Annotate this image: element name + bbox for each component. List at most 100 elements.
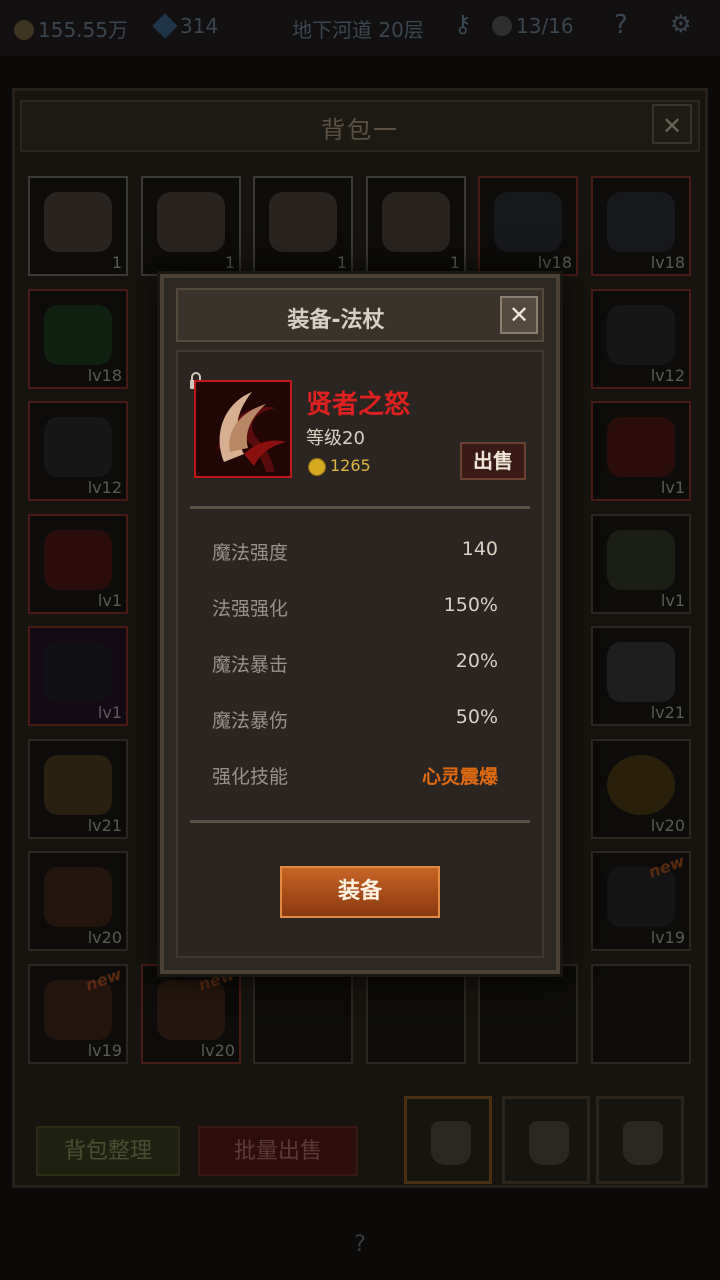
slot-level: 1 [449,253,460,272]
inventory-slot[interactable]: 1 [366,176,466,276]
bag-tab-3[interactable] [596,1096,684,1184]
skull-icon [492,16,512,36]
slot-level: lv21 [650,703,685,722]
sell-button[interactable]: 出售 [460,442,526,480]
key-icon: ⚷ [454,10,472,38]
inventory-slot-empty[interactable] [253,964,353,1064]
backpack-icon [529,1121,569,1165]
stat-label: 魔法强度 [212,542,289,564]
slot-level: lv21 [87,816,122,835]
inventory-slot[interactable]: 1 [141,176,241,276]
inventory-slot[interactable]: lv1 [28,514,128,614]
inventory-slot-empty[interactable] [591,964,691,1064]
slot-level: lv12 [650,366,685,385]
slot-level: lv18 [650,253,685,272]
necklace-icon [44,417,112,477]
slot-level: lv19 [650,928,685,947]
staff-icon [196,382,290,476]
inventory-slot[interactable]: lv12 [28,401,128,501]
inventory-slot[interactable]: lv12 [591,289,691,389]
ring-icon [607,755,675,815]
inventory-slot[interactable]: lv1 [28,626,128,726]
bow-icon [607,192,675,252]
backpack-close-button[interactable]: ✕ [652,104,692,144]
slot-level: lv1 [97,703,122,722]
gold-counter: 155.55万 [14,14,128,43]
slot-level: lv12 [87,478,122,497]
helmet-icon [607,642,675,702]
inventory-slot[interactable]: lv1 [591,401,691,501]
skill-value: 心灵震爆 [421,766,498,788]
item-level: 等级20 [306,428,365,449]
inventory-slot-empty[interactable] [478,964,578,1064]
stat-value: 20% [455,650,498,672]
stat-label: 法强强化 [212,598,289,620]
inventory-slot[interactable]: lv21 [28,739,128,839]
stat-label: 魔法暴击 [212,654,289,676]
necklace-icon [607,305,675,365]
sort-bag-button[interactable]: 背包整理 [36,1126,180,1176]
slot-level: lv1 [97,591,122,610]
inventory-slot[interactable]: new lv20 [141,964,241,1064]
item-price: 1265 [330,456,371,475]
slot-level: lv20 [650,816,685,835]
slot-level: lv1 [660,478,685,497]
gem-icon [152,13,178,39]
backpack-title: 背包一 [321,116,399,144]
shield-icon [44,755,112,815]
settings-gear-icon[interactable]: ⚙ [670,10,692,38]
location-label: 地下河道 20层 [292,18,424,42]
inventory-slot[interactable]: lv21 [591,626,691,726]
cake-icon [157,192,225,252]
cake-icon [44,192,112,252]
modal-title: 装备-法杖 [287,308,385,333]
slot-level: lv1 [660,591,685,610]
backpack-icon [623,1121,663,1165]
gold-coin-icon [14,20,34,40]
skull-count: 13/16 [516,14,574,38]
bag-tab-1[interactable] [404,1096,492,1184]
modal-close-button[interactable]: ✕ [500,296,538,334]
cloak-icon [44,305,112,365]
gold-amount: 155.55万 [38,18,128,42]
item-name: 贤者之怒 [306,390,411,420]
gold-coin-icon [308,458,326,476]
stat-value: 50% [455,706,498,728]
slot-level: lv18 [87,366,122,385]
bow-icon [494,192,562,252]
divider [190,506,530,509]
batch-sell-button[interactable]: 批量出售 [198,1126,358,1176]
help-button[interactable]: ? [614,10,628,40]
inventory-slot[interactable]: lv1 [591,514,691,614]
staff-icon [607,417,675,477]
inventory-slot[interactable]: new lv19 [28,964,128,1064]
boots-icon [607,530,675,590]
bag-tab-2[interactable] [502,1096,590,1184]
inventory-slot[interactable]: 1 [253,176,353,276]
inventory-slot[interactable]: lv18 [28,289,128,389]
equip-button[interactable]: 装备 [280,866,440,918]
inventory-slot[interactable]: lv18 [478,176,578,276]
gem-counter: 314 [152,13,218,39]
inventory-slot[interactable]: lv20 [28,851,128,951]
top-status-bar: 155.55万 314 地下河道 20层 ⚷ 13/16 ? ⚙ [0,0,720,56]
stat-label: 强化技能 [212,766,289,788]
inventory-slot-empty[interactable] [366,964,466,1064]
slot-level: 1 [336,253,347,272]
slot-level: lv19 [87,1041,122,1060]
inventory-slot[interactable]: lv18 [591,176,691,276]
staff-icon [44,530,112,590]
item-portrait [194,380,292,478]
slot-level: 1 [111,253,122,272]
inventory-slot[interactable]: 1 [28,176,128,276]
armor-icon [44,642,112,702]
slot-level: lv18 [537,253,572,272]
backpack-icon [431,1121,471,1165]
bottom-help-button[interactable]: ? [340,1232,380,1272]
inventory-slot[interactable]: lv20 [591,739,691,839]
stat-value: 150% [443,594,498,616]
skull-counter: 13/16 [492,14,574,38]
divider [190,820,530,823]
inventory-slot[interactable]: new lv19 [591,851,691,951]
cake-icon [382,192,450,252]
